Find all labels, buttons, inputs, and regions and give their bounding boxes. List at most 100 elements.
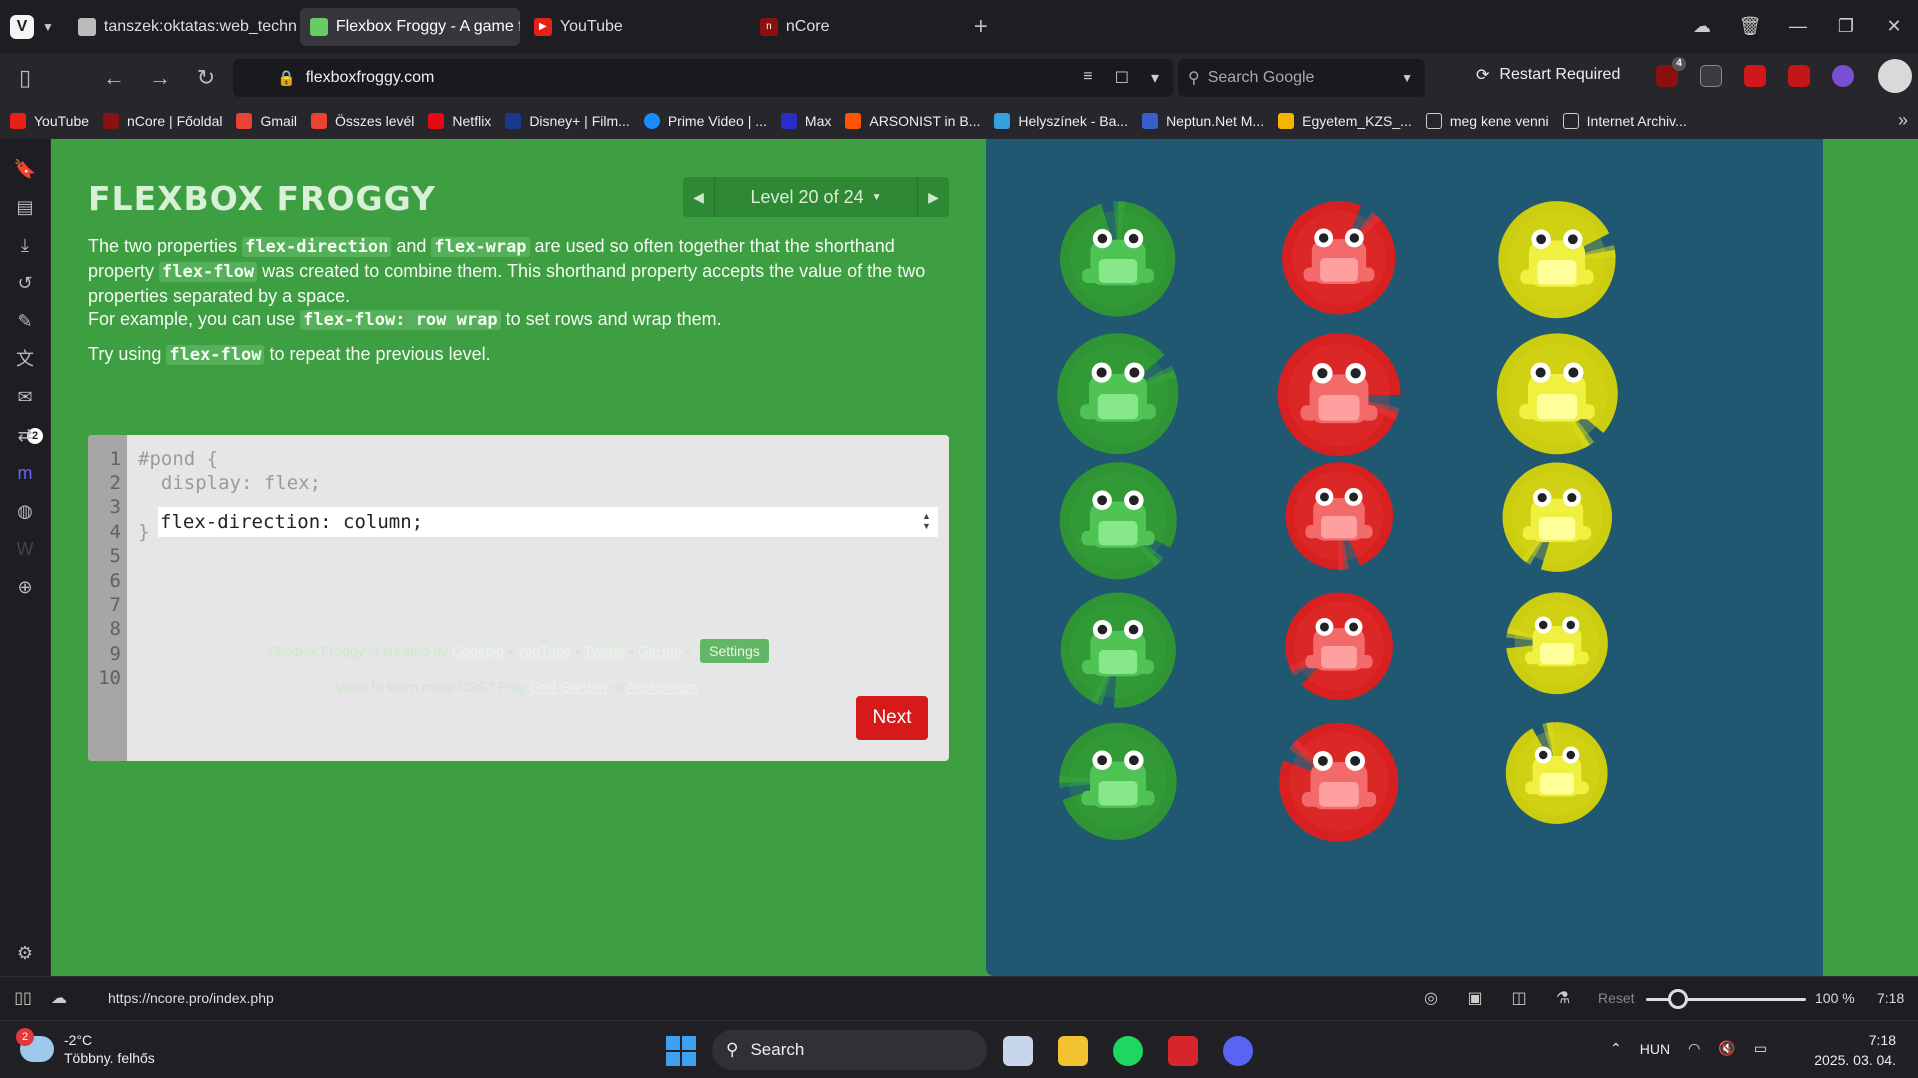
globe-icon[interactable]: ◍ [13, 499, 37, 523]
chevron-down-icon[interactable]: ▾ [1151, 68, 1159, 88]
reader-extension-icon[interactable] [1700, 65, 1722, 87]
translate-icon[interactable]: 文 [13, 347, 37, 371]
frog-on-lilypad-red [1275, 331, 1403, 459]
tiling-icon[interactable]: ◫ [1508, 988, 1530, 1010]
bookmark-item[interactable]: Disney+ | Film... [505, 113, 630, 129]
sync-icon[interactable]: ⇄ [13, 423, 37, 447]
tab-ncore[interactable]: n nCore [750, 8, 960, 46]
reload-icon[interactable]: ↻ [183, 65, 229, 91]
wifi-icon[interactable]: ◠ [1688, 1040, 1700, 1057]
file-explorer-icon[interactable] [1058, 1036, 1088, 1066]
bookmark-item[interactable]: Egyetem_KZS_... [1278, 113, 1412, 129]
bookmarks-panel-icon[interactable]: 🔖 [13, 157, 37, 181]
anchoreum-link[interactable]: Anchoreum [626, 679, 698, 695]
bookmark-folder[interactable]: meg kene venni [1425, 113, 1549, 129]
wikipedia-icon[interactable]: W [13, 537, 37, 561]
capture-icon[interactable]: ◎ [1420, 988, 1442, 1010]
zoom-reset-button[interactable]: Reset [1598, 990, 1635, 1006]
cloud-icon[interactable]: ☁ [48, 988, 70, 1010]
add-panel-icon[interactable]: ⊕ [13, 575, 37, 599]
downloads-icon[interactable]: ⤓ [13, 233, 37, 257]
bookmark-item[interactable]: Összes levél [311, 113, 414, 129]
code-snippet: flex-flow [159, 262, 258, 282]
taskbar-search[interactable]: ⚲ Search [712, 1030, 987, 1070]
tab-flexbox-froggy[interactable]: Flexbox Froggy - A game fo [299, 7, 520, 46]
vivaldi-app-icon[interactable] [1168, 1036, 1198, 1066]
reader-view-icon[interactable]: ≡ [1083, 68, 1092, 88]
restore-icon[interactable]: ❐ [1822, 16, 1870, 37]
page-actions-icon[interactable]: ⚗ [1552, 988, 1574, 1010]
chevron-up-icon[interactable]: ⌃ [1610, 1040, 1622, 1057]
bookmark-item[interactable]: Gmail [236, 113, 297, 129]
url-field[interactable]: 🔒 flexboxfroggy.com ≡ ☐ ▾ [233, 59, 1173, 97]
settings-button[interactable]: Settings [700, 639, 769, 663]
twitter-link[interactable]: Twitter [584, 643, 625, 659]
clock-time: 7:18 [1868, 1032, 1896, 1048]
codepip-link[interactable]: Codepip [452, 643, 504, 659]
start-button[interactable] [666, 1036, 696, 1066]
code-line: } [138, 521, 150, 543]
bookmark-icon[interactable]: ☐ [1115, 68, 1129, 88]
cloud-weather-icon: 2 [16, 1028, 54, 1062]
weather-widget[interactable]: 2 -2°C Többny. felhős [16, 1028, 155, 1067]
mail-icon[interactable]: ✉ [13, 385, 37, 409]
discord-icon[interactable] [1223, 1036, 1253, 1066]
next-button[interactable]: Next [856, 696, 928, 740]
back-icon[interactable]: ← [91, 65, 137, 91]
search-input[interactable]: ⚲ Search Google ▼ [1178, 59, 1425, 97]
tab-tanszek[interactable]: tanszek:oktatas:web_techno [68, 8, 296, 46]
url-text[interactable]: flexboxfroggy.com [306, 69, 435, 87]
battery-icon[interactable]: ▭ [1754, 1040, 1767, 1057]
bookmark-item[interactable]: Netflix [428, 113, 491, 129]
zoom-slider-handle[interactable] [1668, 989, 1688, 1009]
language-indicator[interactable]: HUN [1640, 1041, 1670, 1057]
grid-garden-link[interactable]: Grid Garden [530, 679, 607, 695]
compass-extension-icon[interactable] [1832, 65, 1854, 87]
chevron-down-icon[interactable]: ▼ [1401, 71, 1413, 85]
settings-gear-icon[interactable]: ⚙ [13, 941, 37, 965]
image-toggle-icon[interactable]: ▣ [1464, 988, 1486, 1010]
pin-extension-icon[interactable] [1788, 65, 1810, 87]
history-icon[interactable]: ↺ [13, 271, 37, 295]
taskbar-clock[interactable]: 7:18 2025. 03. 04. [1812, 1030, 1896, 1070]
vivaldi-menu-icon[interactable]: V [10, 14, 34, 39]
forward-icon[interactable]: → [137, 65, 183, 91]
minimize-icon[interactable]: — [1774, 16, 1822, 37]
bookmark-item[interactable]: ARSONIST in B... [845, 113, 980, 129]
bookmark-item[interactable]: Max [780, 113, 831, 129]
previous-level-button[interactable]: ◀ [683, 177, 715, 217]
bookmark-item[interactable]: Helyszínek - Ba... [994, 113, 1128, 129]
trash-icon[interactable]: 🗑 [1726, 16, 1774, 37]
chevron-down-icon[interactable]: ▼ [42, 20, 54, 34]
notes-icon[interactable]: ✎ [13, 309, 37, 333]
code-line: display: flex; [138, 472, 322, 494]
ublock-extension-icon[interactable]: 4 [1656, 57, 1686, 87]
cloud-sync-icon[interactable]: ☁ [1678, 16, 1726, 37]
more-bookmarks-icon[interactable]: » [1898, 110, 1908, 131]
mastodon-icon[interactable]: m [13, 461, 37, 485]
close-icon[interactable]: ✕ [1870, 16, 1918, 37]
reading-list-icon[interactable]: ▤ [13, 195, 37, 219]
youtube-link[interactable]: YouTube [517, 643, 572, 659]
google-drive-icon [1278, 113, 1295, 129]
bookmark-item[interactable]: nCore | Főoldal [103, 113, 222, 129]
bookmark-item[interactable]: Internet Archiv... [1562, 113, 1687, 129]
bookmark-item[interactable]: Prime Video | ... [643, 113, 767, 129]
new-tab-icon[interactable]: + [974, 13, 988, 41]
resize-arrows-icon[interactable]: ▲ ▼ [922, 511, 931, 531]
panel-toggle-icon[interactable]: ▯ [2, 65, 48, 91]
tab-youtube[interactable]: ▶ YouTube [524, 8, 746, 46]
volume-muted-icon[interactable]: 🔇 [1718, 1040, 1735, 1057]
next-level-button[interactable]: ▶ [917, 177, 949, 217]
photos-app-icon[interactable] [1003, 1036, 1033, 1066]
profile-avatar[interactable] [1878, 59, 1912, 93]
youtube-extension-icon[interactable] [1744, 65, 1766, 87]
level-selector[interactable]: Level 20 of 24 ▼ [715, 177, 917, 217]
bookmark-item[interactable]: YouTube [10, 113, 89, 129]
github-link[interactable]: GitHub [638, 643, 682, 659]
panel-toggle-icon[interactable]: ▯▯ [12, 988, 34, 1010]
restart-required-button[interactable]: ⟳ Restart Required [1476, 65, 1620, 85]
css-input-field[interactable] [158, 507, 938, 537]
bookmark-item[interactable]: Neptun.Net M... [1142, 113, 1264, 129]
spotify-icon[interactable] [1113, 1036, 1143, 1066]
